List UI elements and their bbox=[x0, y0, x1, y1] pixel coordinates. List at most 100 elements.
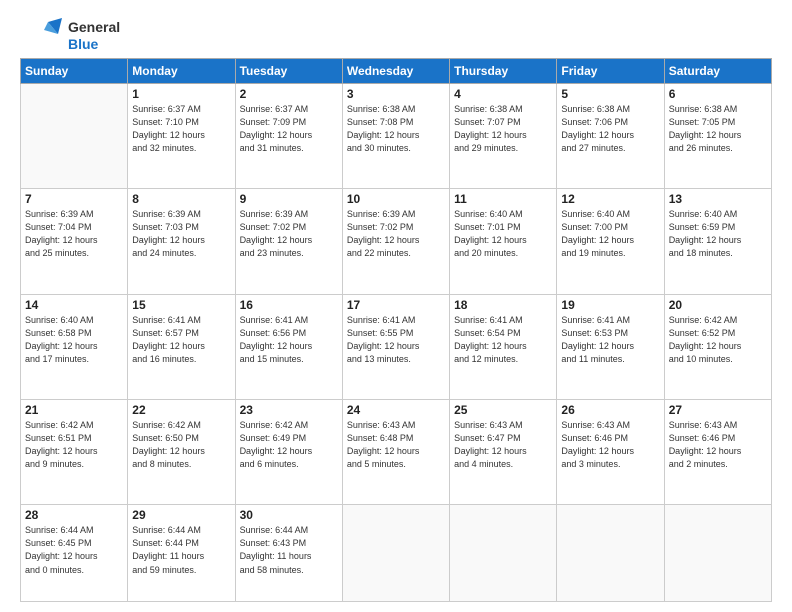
day-number: 2 bbox=[240, 87, 338, 101]
calendar-cell bbox=[450, 505, 557, 602]
day-number: 7 bbox=[25, 192, 123, 206]
page: GeneralBlue SundayMondayTuesdayWednesday… bbox=[0, 0, 792, 612]
calendar-cell: 11Sunrise: 6:40 AMSunset: 7:01 PMDayligh… bbox=[450, 189, 557, 294]
weekday-header-row: SundayMondayTuesdayWednesdayThursdayFrid… bbox=[21, 59, 772, 84]
day-number: 13 bbox=[669, 192, 767, 206]
calendar-cell: 28 Sunrise: 6:44 AMSunset: 6:45 PMDayligh… bbox=[21, 505, 128, 602]
logo-blue: Blue bbox=[68, 36, 120, 53]
day-number: 6 bbox=[669, 87, 767, 101]
day-info: Sunrise: 6:40 AMSunset: 6:59 PMDaylight:… bbox=[669, 208, 767, 260]
calendar-cell: 5 Sunrise: 6:38 AMSunset: 7:06 PMDaylight… bbox=[557, 84, 664, 189]
day-info: Sunrise: 6:41 AMSunset: 6:56 PMDaylight:… bbox=[240, 314, 338, 366]
day-number: 5 bbox=[561, 87, 659, 101]
day-number: 9 bbox=[240, 192, 338, 206]
day-info: Sunrise: 6:44 AMSunset: 6:45 PMDaylight:… bbox=[25, 524, 123, 576]
weekday-header-thursday: Thursday bbox=[450, 59, 557, 84]
calendar-cell: 13 Sunrise: 6:40 AMSunset: 6:59 PMDayligh… bbox=[664, 189, 771, 294]
day-info: Sunrise: 6:39 AMSunset: 7:03 PMDaylight:… bbox=[132, 208, 230, 260]
day-info: Sunrise: 6:41 AMSunset: 6:55 PMDaylight:… bbox=[347, 314, 445, 366]
day-info: Sunrise: 6:38 AMSunset: 7:08 PMDaylight:… bbox=[347, 103, 445, 155]
calendar-cell bbox=[21, 84, 128, 189]
day-info: Sunrise: 6:42 AMSunset: 6:49 PMDaylight:… bbox=[240, 419, 338, 471]
calendar-cell: 1 Sunrise: 6:37 AMSunset: 7:10 PMDaylight… bbox=[128, 84, 235, 189]
day-number: 1 bbox=[132, 87, 230, 101]
calendar-cell: 29 Sunrise: 6:44 AMSunset: 6:44 PMDayligh… bbox=[128, 505, 235, 602]
day-info: Sunrise: 6:39 AMSunset: 7:02 PMDaylight:… bbox=[347, 208, 445, 260]
day-info: Sunrise: 6:44 AMSunset: 6:44 PMDaylight:… bbox=[132, 524, 230, 576]
day-number: 25 bbox=[454, 403, 552, 417]
calendar-cell: 12Sunrise: 6:40 AMSunset: 7:00 PMDayligh… bbox=[557, 189, 664, 294]
day-info: Sunrise: 6:43 AMSunset: 6:46 PMDaylight:… bbox=[669, 419, 767, 471]
day-info: Sunrise: 6:39 AMSunset: 7:04 PMDaylight:… bbox=[25, 208, 123, 260]
generalblue-logo-icon bbox=[20, 18, 62, 54]
day-number: 3 bbox=[347, 87, 445, 101]
calendar-cell: 19 Sunrise: 6:41 AMSunset: 6:53 PMDayligh… bbox=[557, 294, 664, 399]
calendar-cell: 6 Sunrise: 6:38 AMSunset: 7:05 PMDaylight… bbox=[664, 84, 771, 189]
day-number: 15 bbox=[132, 298, 230, 312]
day-number: 29 bbox=[132, 508, 230, 522]
calendar-cell: 30 Sunrise: 6:44 AMSunset: 6:43 PMDayligh… bbox=[235, 505, 342, 602]
day-info: Sunrise: 6:37 AMSunset: 7:09 PMDaylight:… bbox=[240, 103, 338, 155]
day-number: 21 bbox=[25, 403, 123, 417]
day-number: 10 bbox=[347, 192, 445, 206]
calendar-cell bbox=[557, 505, 664, 602]
day-info: Sunrise: 6:42 AMSunset: 6:50 PMDaylight:… bbox=[132, 419, 230, 471]
calendar-cell: 20 Sunrise: 6:42 AMSunset: 6:52 PMDayligh… bbox=[664, 294, 771, 399]
calendar-cell: 9 Sunrise: 6:39 AMSunset: 7:02 PMDaylight… bbox=[235, 189, 342, 294]
logo-general: General bbox=[68, 19, 120, 36]
calendar-cell: 2 Sunrise: 6:37 AMSunset: 7:09 PMDaylight… bbox=[235, 84, 342, 189]
calendar-cell: 3 Sunrise: 6:38 AMSunset: 7:08 PMDaylight… bbox=[342, 84, 449, 189]
day-info: Sunrise: 6:38 AMSunset: 7:07 PMDaylight:… bbox=[454, 103, 552, 155]
calendar-cell: 4 Sunrise: 6:38 AMSunset: 7:07 PMDaylight… bbox=[450, 84, 557, 189]
calendar-cell: 21 Sunrise: 6:42 AMSunset: 6:51 PMDayligh… bbox=[21, 400, 128, 505]
calendar-cell: 26Sunrise: 6:43 AMSunset: 6:46 PMDayligh… bbox=[557, 400, 664, 505]
calendar-cell: 10 Sunrise: 6:39 AMSunset: 7:02 PMDayligh… bbox=[342, 189, 449, 294]
day-number: 18 bbox=[454, 298, 552, 312]
day-number: 14 bbox=[25, 298, 123, 312]
calendar-cell: 22Sunrise: 6:42 AMSunset: 6:50 PMDayligh… bbox=[128, 400, 235, 505]
day-number: 30 bbox=[240, 508, 338, 522]
header: GeneralBlue bbox=[20, 18, 772, 54]
day-info: Sunrise: 6:42 AMSunset: 6:51 PMDaylight:… bbox=[25, 419, 123, 471]
calendar-cell: 7 Sunrise: 6:39 AMSunset: 7:04 PMDaylight… bbox=[21, 189, 128, 294]
day-info: Sunrise: 6:39 AMSunset: 7:02 PMDaylight:… bbox=[240, 208, 338, 260]
weekday-header-wednesday: Wednesday bbox=[342, 59, 449, 84]
weekday-header-friday: Friday bbox=[557, 59, 664, 84]
day-number: 17 bbox=[347, 298, 445, 312]
day-number: 23 bbox=[240, 403, 338, 417]
day-info: Sunrise: 6:40 AMSunset: 7:01 PMDaylight:… bbox=[454, 208, 552, 260]
day-number: 27 bbox=[669, 403, 767, 417]
day-info: Sunrise: 6:43 AMSunset: 6:47 PMDaylight:… bbox=[454, 419, 552, 471]
calendar-cell: 17 Sunrise: 6:41 AMSunset: 6:55 PMDayligh… bbox=[342, 294, 449, 399]
day-info: Sunrise: 6:43 AMSunset: 6:48 PMDaylight:… bbox=[347, 419, 445, 471]
calendar-cell: 23 Sunrise: 6:42 AMSunset: 6:49 PMDayligh… bbox=[235, 400, 342, 505]
calendar-table: SundayMondayTuesdayWednesdayThursdayFrid… bbox=[20, 58, 772, 602]
day-number: 28 bbox=[25, 508, 123, 522]
calendar-cell: 27 Sunrise: 6:43 AMSunset: 6:46 PMDayligh… bbox=[664, 400, 771, 505]
day-number: 16 bbox=[240, 298, 338, 312]
weekday-header-sunday: Sunday bbox=[21, 59, 128, 84]
day-info: Sunrise: 6:40 AMSunset: 6:58 PMDaylight:… bbox=[25, 314, 123, 366]
calendar-cell: 15 Sunrise: 6:41 AMSunset: 6:57 PMDayligh… bbox=[128, 294, 235, 399]
calendar-cell: 14 Sunrise: 6:40 AMSunset: 6:58 PMDayligh… bbox=[21, 294, 128, 399]
day-info: Sunrise: 6:37 AMSunset: 7:10 PMDaylight:… bbox=[132, 103, 230, 155]
day-number: 19 bbox=[561, 298, 659, 312]
day-info: Sunrise: 6:38 AMSunset: 7:06 PMDaylight:… bbox=[561, 103, 659, 155]
day-info: Sunrise: 6:38 AMSunset: 7:05 PMDaylight:… bbox=[669, 103, 767, 155]
logo-area: GeneralBlue bbox=[20, 18, 120, 54]
day-info: Sunrise: 6:41 AMSunset: 6:57 PMDaylight:… bbox=[132, 314, 230, 366]
calendar-cell: 16 Sunrise: 6:41 AMSunset: 6:56 PMDayligh… bbox=[235, 294, 342, 399]
day-number: 4 bbox=[454, 87, 552, 101]
weekday-header-saturday: Saturday bbox=[664, 59, 771, 84]
day-number: 26 bbox=[561, 403, 659, 417]
weekday-header-tuesday: Tuesday bbox=[235, 59, 342, 84]
calendar-cell bbox=[342, 505, 449, 602]
day-number: 12 bbox=[561, 192, 659, 206]
day-number: 20 bbox=[669, 298, 767, 312]
day-info: Sunrise: 6:42 AMSunset: 6:52 PMDaylight:… bbox=[669, 314, 767, 366]
weekday-header-monday: Monday bbox=[128, 59, 235, 84]
day-info: Sunrise: 6:41 AMSunset: 6:54 PMDaylight:… bbox=[454, 314, 552, 366]
day-info: Sunrise: 6:41 AMSunset: 6:53 PMDaylight:… bbox=[561, 314, 659, 366]
day-info: Sunrise: 6:44 AMSunset: 6:43 PMDaylight:… bbox=[240, 524, 338, 576]
calendar-cell: 24Sunrise: 6:43 AMSunset: 6:48 PMDayligh… bbox=[342, 400, 449, 505]
